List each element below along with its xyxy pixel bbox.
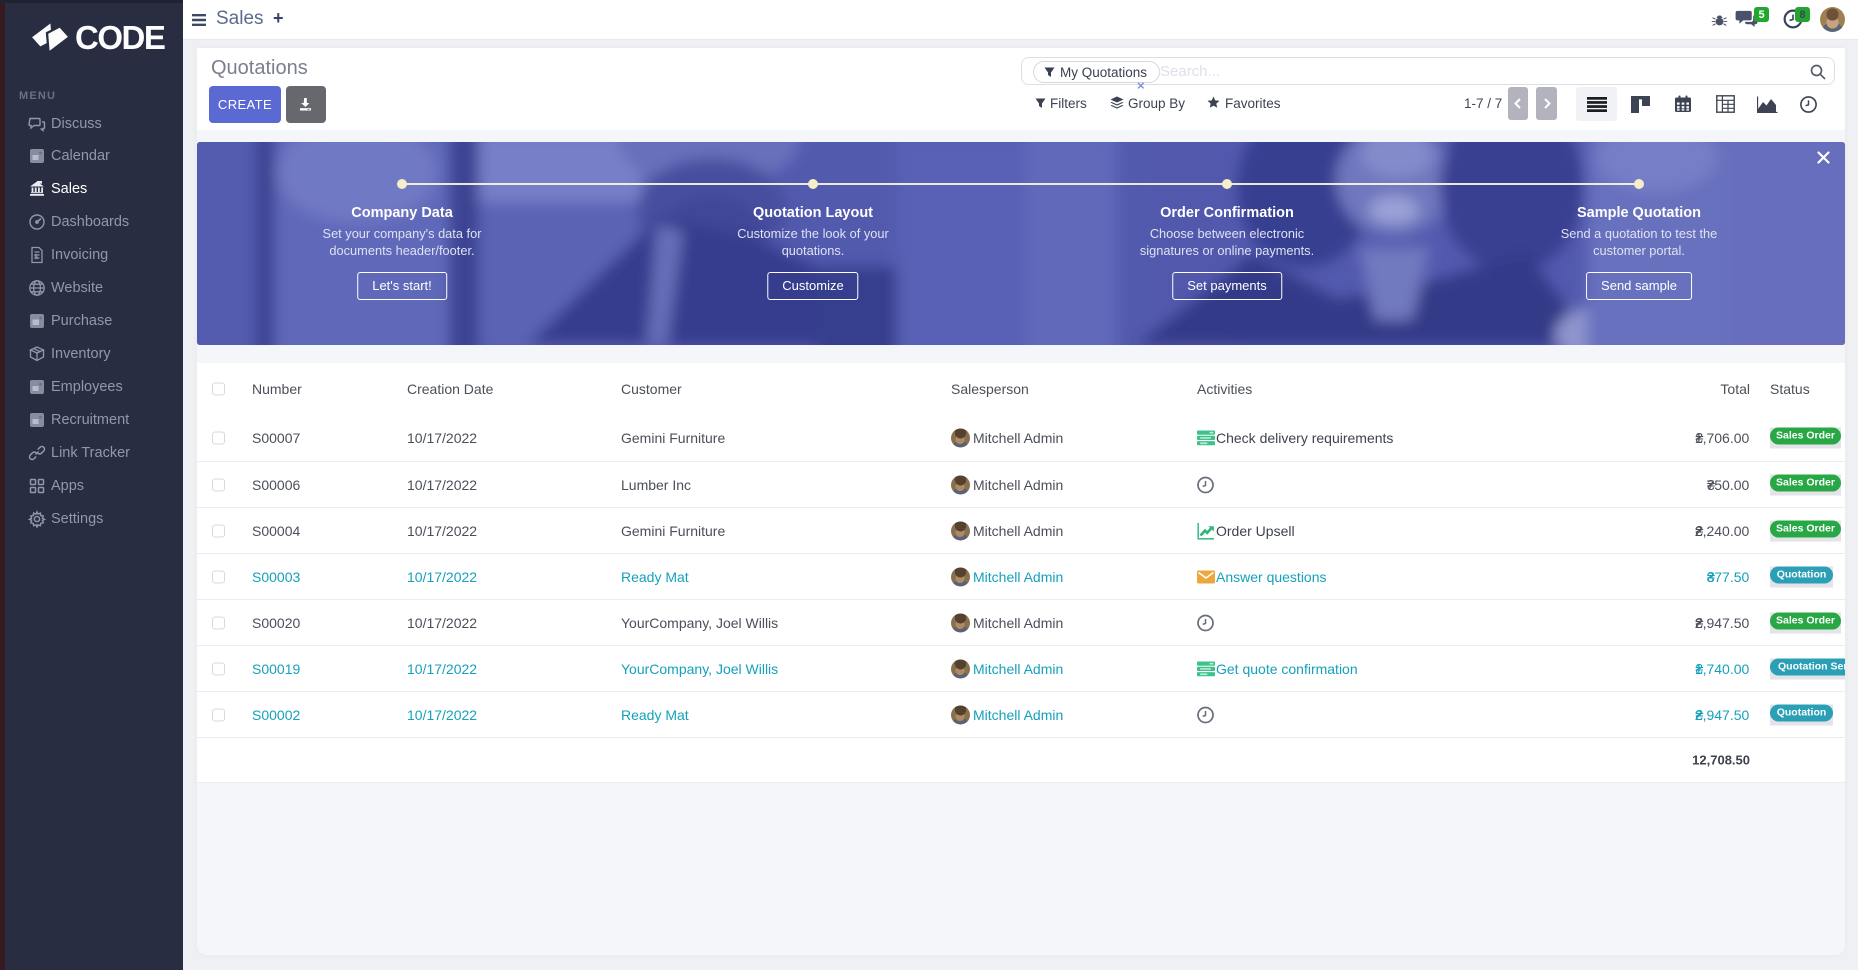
svg-text:$: $: [34, 254, 38, 261]
svg-text:CODE: CODE: [75, 20, 165, 56]
